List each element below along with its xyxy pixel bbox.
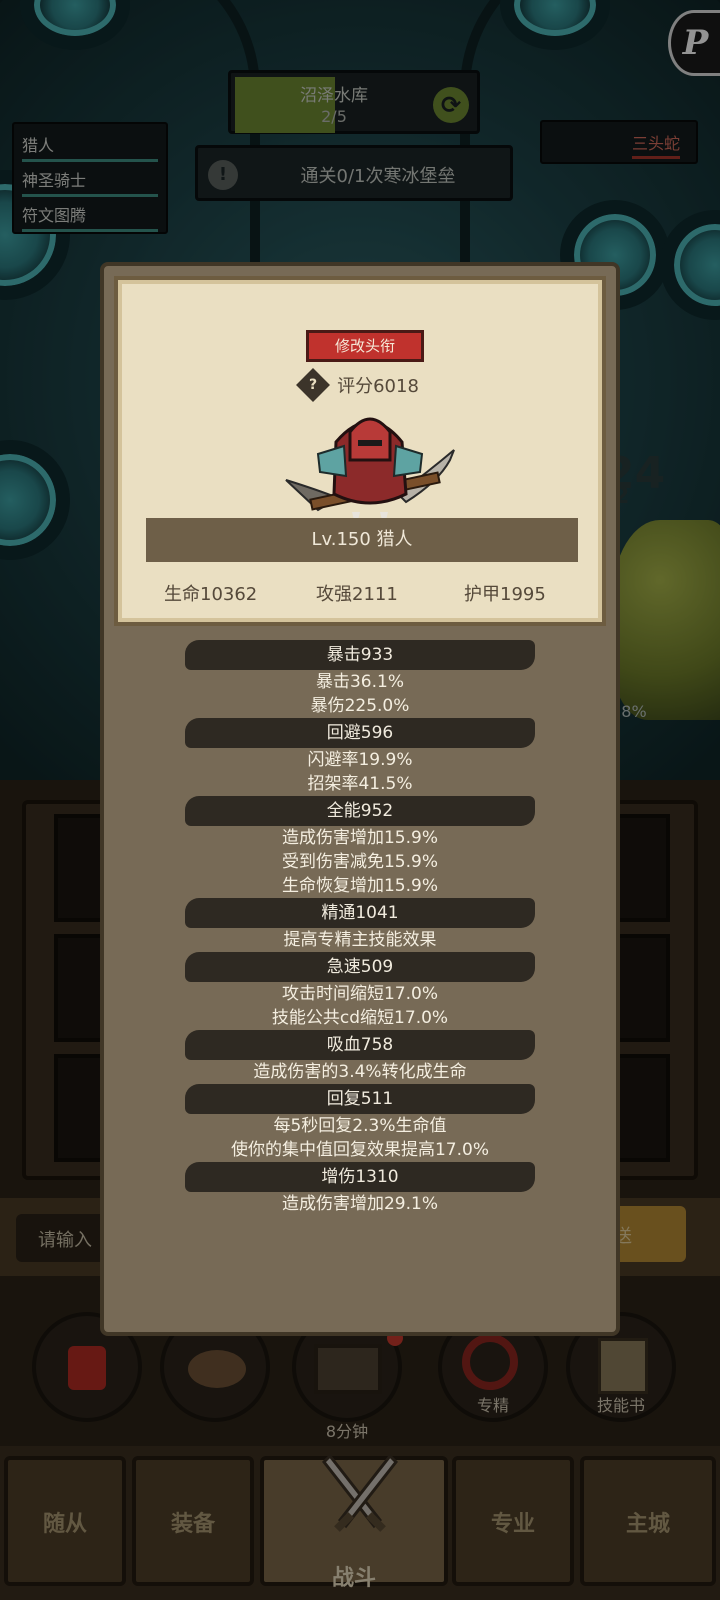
edit-title-button[interactable]: 修改头衔 xyxy=(306,330,424,362)
stat-detail-line: 技能公共cd缩短17.0% xyxy=(271,1008,449,1028)
stat-category-header: 回避596 xyxy=(185,718,535,748)
stat-detail-line: 攻击时间缩短17.0% xyxy=(281,984,438,1004)
stat-category-header: 增伤1310 xyxy=(185,1162,535,1192)
stat-detail-line: 造成伤害增加29.1% xyxy=(281,1194,438,1214)
character-card: 修改头衔 ? 评分6018 Lv.150 猎人 生命10362 攻强2111 护甲… xyxy=(114,276,606,626)
stat-detail-line: 每5秒回复2.3%生命值 xyxy=(273,1116,447,1136)
stat-detail-line: 使你的集中值回复效果提高17.0% xyxy=(230,1140,489,1160)
level-class-banner: Lv.150 猎人 xyxy=(146,518,578,562)
stat-detail-line: 造成伤害增加15.9% xyxy=(281,828,438,848)
stat-detail-line: 生命恢复增加15.9% xyxy=(281,876,438,896)
stat-detail-line: 暴伤225.0% xyxy=(310,696,410,716)
score-row: ? 评分6018 xyxy=(118,368,602,402)
stat-category-header: 吸血758 xyxy=(185,1030,535,1060)
base-stats-row: 生命10362 攻强2111 护甲1995 xyxy=(118,580,602,606)
secondary-stats-list: 暴击933 暴击36.1% 暴伤225.0% 回避596 闪避率19.9% 招架… xyxy=(104,640,616,1216)
score-text: 评分6018 xyxy=(337,376,419,397)
hp-stat: 生命10362 xyxy=(164,584,258,605)
stat-category-header: 精通1041 xyxy=(185,898,535,928)
stat-category-header: 暴击933 xyxy=(185,640,535,670)
attack-power-stat: 攻强2111 xyxy=(316,584,398,605)
help-icon[interactable]: ? xyxy=(296,368,331,402)
character-stats-modal: 修改头衔 ? 评分6018 Lv.150 猎人 生命10362 攻强2111 护甲… xyxy=(100,262,620,1336)
stat-detail-line: 造成伤害的3.4%转化成生命 xyxy=(253,1062,467,1082)
armor-stat: 护甲1995 xyxy=(464,584,546,605)
stat-category-header: 回复511 xyxy=(185,1084,535,1114)
hunter-character-sprite xyxy=(285,417,455,528)
stat-category-header: 急速509 xyxy=(185,952,535,982)
stat-detail-line: 闪避率19.9% xyxy=(307,750,413,770)
stat-detail-line: 招架率41.5% xyxy=(307,774,413,794)
stat-category-header: 全能952 xyxy=(185,796,535,826)
stat-detail-line: 提高专精主技能效果 xyxy=(283,930,437,950)
stat-detail-line: 受到伤害减免15.9% xyxy=(281,852,438,872)
stat-detail-line: 暴击36.1% xyxy=(315,672,404,692)
